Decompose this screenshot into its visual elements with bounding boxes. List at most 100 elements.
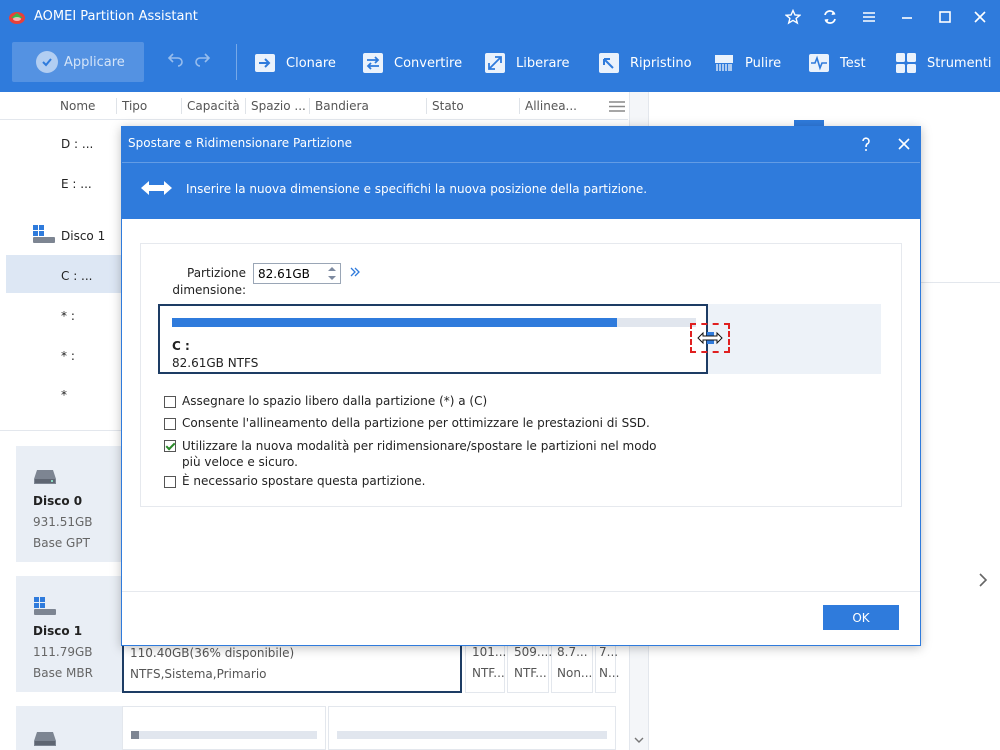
hard-drive-icon — [34, 732, 56, 746]
partition-block-size: 7... — [599, 645, 619, 659]
partition-block[interactable] — [122, 706, 326, 750]
double-chevron-right-icon[interactable] — [349, 266, 361, 278]
column-separator — [309, 98, 310, 114]
partition-block-fs: Non... — [557, 666, 593, 680]
disk-icon — [33, 225, 55, 243]
column-name[interactable]: Nome — [60, 99, 95, 113]
close-icon[interactable] — [897, 137, 911, 151]
column-capacity[interactable]: Capacità — [187, 99, 240, 113]
check-circle-icon — [36, 51, 58, 73]
checkbox[interactable] — [164, 440, 176, 452]
toolbar-separator — [236, 44, 237, 80]
close-icon — [974, 11, 986, 23]
disk-1-card[interactable]: Disco 1 111.79GB Base MBR — [16, 576, 122, 692]
partition-block-fs: NTF... — [472, 666, 505, 680]
partition-block-size: 110.40GB(36% disponibile) — [130, 646, 295, 660]
app-logo-icon — [9, 12, 25, 24]
partition-resize-box[interactable]: C : 82.61GB NTFS — [158, 304, 708, 374]
table-row[interactable]: * — [61, 388, 67, 402]
toolbar-test-label: Test — [840, 55, 866, 71]
dialog-footer-divider — [122, 591, 920, 592]
column-flag[interactable]: Bandiera — [315, 99, 369, 113]
toolbar-free-up-label: Liberare — [516, 55, 570, 71]
checkbox[interactable] — [164, 476, 176, 488]
hamburger-icon — [863, 12, 875, 22]
column-alignment[interactable]: Allinea... — [525, 99, 577, 113]
refresh-button[interactable] — [816, 4, 844, 30]
option-label: Utilizzare la nuova modalità per ridimen… — [182, 438, 657, 470]
usage-bar — [131, 731, 317, 739]
wipe-icon — [715, 55, 733, 71]
column-options-icon[interactable] — [608, 100, 626, 113]
column-separator — [245, 98, 246, 114]
option-fast-safe-mode[interactable]: Utilizzare la nuova modalità per ridimen… — [164, 438, 657, 470]
undo-icon[interactable] — [167, 52, 185, 70]
table-row[interactable]: C : ... — [61, 269, 93, 283]
toolbar-clone-button[interactable]: Clonare — [253, 34, 336, 92]
toolbar-recovery-label: Ripristino — [630, 55, 692, 71]
maximize-button[interactable] — [931, 4, 959, 30]
toolbar-tools-label: Strumenti — [927, 55, 992, 71]
size-spinner-icon[interactable] — [325, 265, 339, 282]
unallocated-space[interactable] — [707, 304, 881, 374]
menu-button[interactable] — [855, 4, 883, 30]
toolbar-recovery-button[interactable]: Ripristino — [597, 34, 692, 92]
table-row[interactable]: * : — [61, 309, 75, 323]
column-separator — [181, 98, 182, 114]
toolbar-wipe-button[interactable]: Pulire — [712, 34, 781, 92]
table-row[interactable]: Disco 1 — [61, 229, 105, 243]
checkbox[interactable] — [164, 418, 176, 430]
dialog-description: Inserire la nuova dimensione e specifich… — [186, 182, 648, 196]
resize-handle[interactable] — [690, 323, 730, 353]
partition-block-size: 101.... — [472, 645, 511, 659]
disk-size: 931.51GB — [33, 515, 93, 529]
option-assign-free-space[interactable]: Assegnare lo spazio libero dalla partizi… — [164, 394, 487, 408]
scroll-down-icon[interactable] — [634, 735, 644, 745]
chevron-right-icon[interactable] — [977, 572, 989, 588]
toolbar-test-button[interactable]: Test — [807, 34, 866, 92]
resize-partition-dialog: Spostare e Ridimensionare Partizione Ins… — [121, 126, 921, 646]
app-title: AOMEI Partition Assistant — [34, 9, 198, 24]
partition-block-fs: N... — [599, 666, 620, 680]
disk-name: Disco 1 — [33, 624, 83, 638]
help-icon[interactable] — [859, 136, 873, 152]
toolbar-convert-button[interactable]: Convertire — [361, 34, 462, 92]
table-row[interactable]: E : ... — [61, 177, 92, 191]
column-type[interactable]: Tipo — [122, 99, 147, 113]
minimize-button[interactable] — [893, 4, 921, 30]
column-free-space[interactable]: Spazio ... — [251, 99, 306, 113]
toolbar-tools-button[interactable]: Strumenti — [894, 34, 992, 92]
close-app-button[interactable] — [966, 4, 994, 30]
toolbar-free-up-button[interactable]: Liberare — [483, 34, 569, 92]
resize-arrows-icon — [141, 181, 172, 195]
favorite-button[interactable] — [779, 4, 807, 30]
ok-button[interactable]: OK — [823, 605, 899, 630]
checkbox[interactable] — [164, 396, 176, 408]
app-header: AOMEI Partition Assistant Applicare Clon… — [0, 0, 1000, 92]
toolbar-clone-label: Clonare — [286, 55, 336, 71]
column-separator — [116, 98, 117, 114]
table-row[interactable]: D : ... — [61, 137, 93, 151]
partition-info: 82.61GB NTFS — [172, 356, 259, 370]
partition-block-size: 8.7... — [557, 645, 588, 659]
option-label-line2: più veloce e sicuro. — [182, 455, 298, 469]
disk-icon — [34, 597, 56, 615]
column-separator — [426, 98, 427, 114]
resize-cursor-icon — [697, 331, 723, 345]
disk-2-card[interactable] — [16, 706, 122, 750]
partition-block[interactable] — [328, 706, 616, 750]
dialog-header-divider — [122, 162, 920, 163]
usage-bar — [337, 731, 607, 739]
option-ssd-alignment[interactable]: Consente l'allineamento della partizione… — [164, 416, 650, 430]
size-label-line2: dimensione: — [172, 283, 246, 297]
dialog-header: Spostare e Ridimensionare Partizione Ins… — [122, 127, 920, 219]
redo-icon[interactable] — [193, 52, 211, 70]
apply-button[interactable]: Applicare — [12, 42, 144, 82]
option-move-partition[interactable]: È necessario spostare questa partizione. — [164, 474, 426, 488]
disk-0-card[interactable]: Disco 0 931.51GB Base GPT — [16, 446, 122, 562]
table-row[interactable]: * : — [61, 349, 75, 363]
tools-icon — [896, 53, 916, 73]
disk-type: Base MBR — [33, 666, 93, 680]
column-status[interactable]: Stato — [432, 99, 464, 113]
partition-block-fs: NTFS,Sistema,Primario — [130, 667, 267, 681]
